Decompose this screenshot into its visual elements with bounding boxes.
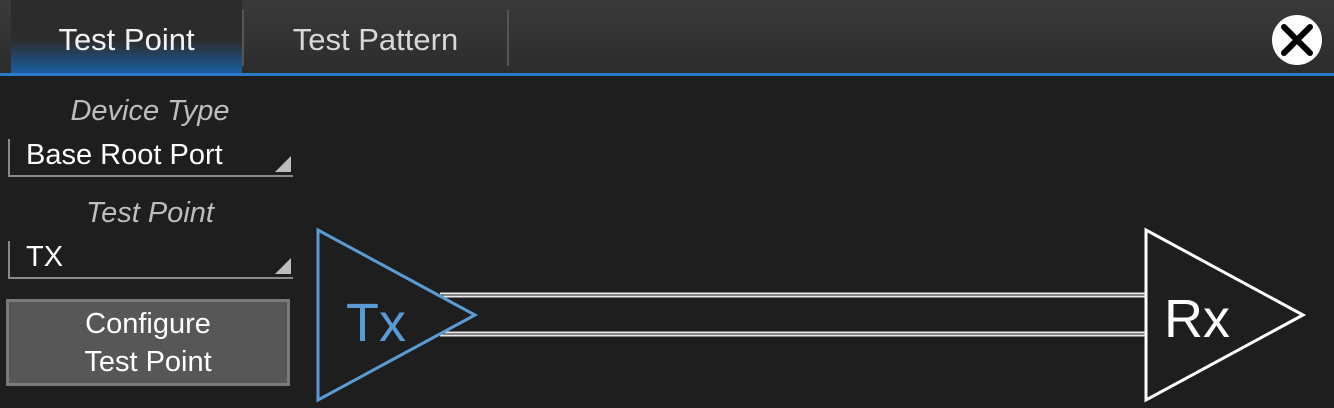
- configure-button-line1: Configure: [85, 307, 211, 340]
- tab-test-point-label: Test Point: [58, 21, 195, 57]
- tab-test-pattern[interactable]: Test Pattern: [243, 0, 508, 73]
- test-point-label: Test Point: [86, 197, 214, 229]
- test-point-dropdown[interactable]: TX: [8, 241, 293, 279]
- device-type-value: Base Root Port: [26, 139, 223, 171]
- test-point-window: Test Point Test Pattern Device Type Base…: [0, 0, 1334, 408]
- close-button[interactable]: [1272, 15, 1322, 65]
- configure-button-line2: Test Point: [84, 345, 212, 378]
- configure-test-point-button[interactable]: Configure Test Point: [6, 299, 290, 386]
- tab-test-point[interactable]: Test Point: [11, 0, 242, 73]
- device-type-label: Device Type: [70, 95, 230, 127]
- test-point-value: TX: [26, 241, 64, 273]
- dropdown-arrow-icon: [275, 156, 291, 172]
- device-type-dropdown[interactable]: Base Root Port: [8, 139, 293, 177]
- tab-test-pattern-label: Test Pattern: [292, 21, 459, 57]
- settings-panel: Device Type Base Root Port Test Point TX…: [0, 79, 300, 408]
- tx-label: Tx: [346, 293, 406, 353]
- tab-bar: Test Point Test Pattern: [0, 0, 1334, 76]
- dropdown-arrow-icon: [275, 258, 291, 274]
- tab-divider: [507, 10, 509, 66]
- rx-label: Rx: [1164, 289, 1230, 349]
- signal-diagram: Tx Rx: [300, 79, 1334, 408]
- tx-rx-diagram: Tx Rx: [316, 227, 1307, 403]
- close-icon: [1281, 24, 1313, 56]
